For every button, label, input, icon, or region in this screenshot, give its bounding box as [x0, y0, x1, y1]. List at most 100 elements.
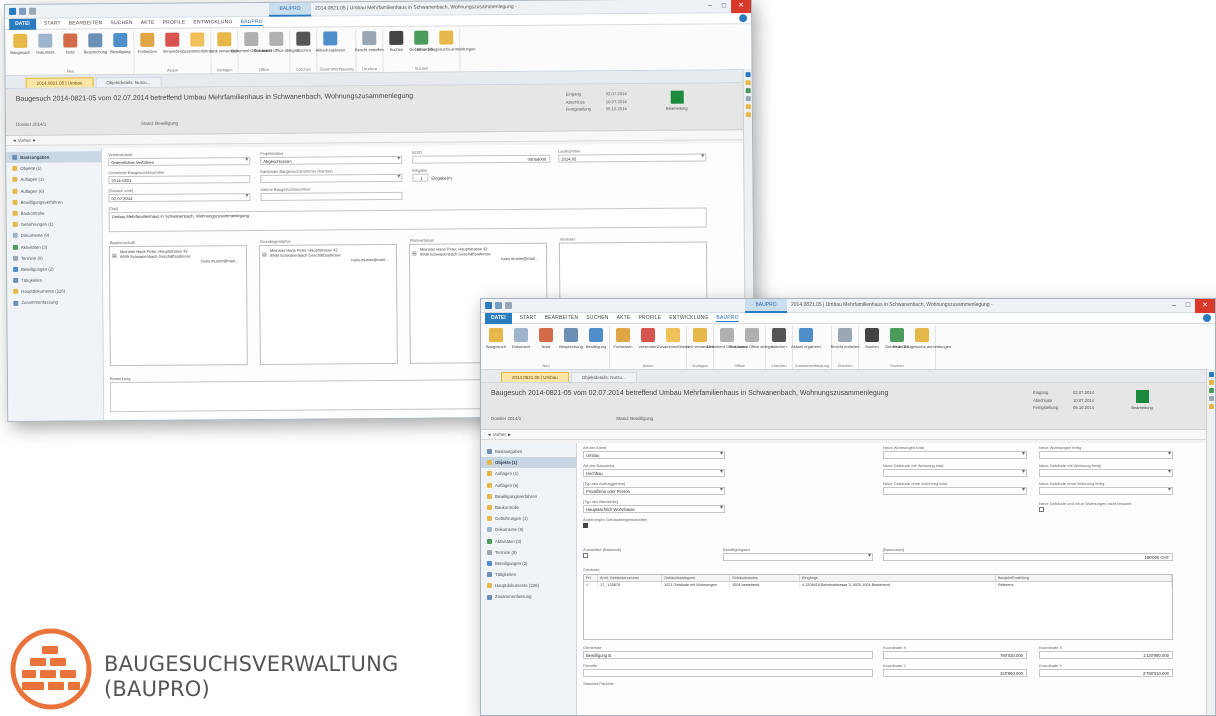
close-button[interactable]: ✕: [730, 0, 752, 14]
tool-icon[interactable]: [745, 72, 751, 78]
aenderungen-checkbox[interactable]: [583, 523, 588, 528]
sidebar-item[interactable]: Bewilligungsverfahren: [7, 196, 102, 208]
ribbon-button[interactable]: Suchen: [385, 29, 407, 65]
ribbon-button[interactable]: Bewilligung: [109, 31, 131, 67]
eingabe-input[interactable]: 1: [412, 173, 429, 182]
bauwerkart-select[interactable]: Hauptsächlich Wohnbaute: [583, 505, 725, 513]
ribbon-button[interactable]: Aktuell ergänzen: [791, 326, 821, 362]
tab-entwicklung[interactable]: ENTWICKLUNG: [193, 19, 232, 25]
tool-icon[interactable]: [745, 104, 751, 110]
doc-tab-objektdetails[interactable]: Objektdetails: Nutzu...: [95, 76, 162, 88]
sidebar-item[interactable]: Basisangaben: [6, 151, 102, 164]
sidebar-item[interactable]: Auflagen (1): [6, 174, 101, 186]
tab-akte[interactable]: AKTE: [617, 315, 631, 321]
neu-unbekannt-checkbox[interactable]: [1039, 507, 1044, 512]
grid-col-kategorie[interactable]: Gebäudekategorie: [662, 575, 730, 581]
ohne-fertig-input[interactable]: [1039, 487, 1173, 495]
gesuchsnr-input[interactable]: 2014-0821: [108, 175, 251, 185]
sidebar-item[interactable]: Baukontrolle: [7, 207, 102, 219]
tab-baupro[interactable]: BAUPRO: [716, 315, 739, 322]
sidebar-item[interactable]: Aktivitäten (3): [481, 536, 576, 547]
sidebar-item[interactable]: Basisangaben: [481, 446, 576, 457]
ribbon-button[interactable]: Notiz: [59, 31, 81, 67]
ribbon-button[interactable]: Löschen: [768, 326, 790, 362]
sidebar-item[interactable]: Gebührungen (1): [481, 513, 576, 524]
grid-col-eingaenge[interactable]: Eingänge: [800, 575, 996, 581]
sidebar-item[interactable]: Objekte (1): [481, 457, 576, 469]
bauherr-box[interactable]: Bauherrschaft ▤ Meinster Hans Peter, Hau…: [108, 240, 248, 367]
eingang-date[interactable]: 02.07.2014: [108, 193, 251, 203]
status-badge[interactable]: Bearbeitung: [1119, 390, 1165, 410]
tab-file[interactable]: DATEI: [9, 18, 36, 30]
tab-profile[interactable]: PROFILE: [163, 20, 186, 26]
ribbon-button[interactable]: Löschen: [292, 30, 314, 66]
koord-y1-input[interactable]: 220'960.000: [883, 669, 1027, 677]
ribbon-button[interactable]: Besprechung: [84, 31, 107, 67]
grundeigentuemer-box[interactable]: Grundeigentümer ▤ Meinster Hans Peter, H…: [258, 239, 398, 366]
ribbon-button[interactable]: Dokument Office ablegen: [254, 30, 299, 66]
tool-icon[interactable]: [745, 112, 751, 118]
tool-icon[interactable]: [1208, 380, 1214, 385]
tool-icon[interactable]: [1208, 404, 1214, 409]
tool-icon[interactable]: [745, 88, 751, 94]
ribbon-button[interactable]: Suchen: [861, 326, 883, 362]
sidebar-item[interactable]: Beteiligungen (2): [481, 558, 576, 569]
neue-geb-input[interactable]: [883, 469, 1027, 477]
verfahren-select[interactable]: Ordentliches Verfahren: [108, 157, 251, 167]
ribbon-button[interactable]: Bewilligung: [585, 326, 607, 362]
doc-tab-baugesuch[interactable]: 2014.0821.05 | Umbau: [25, 77, 94, 88]
tab-suchen[interactable]: SUCHEN: [586, 315, 608, 321]
sidebar-item[interactable]: Tätigkeiten: [7, 274, 102, 286]
ribbon-button[interactable]: Baugesuch: [9, 32, 31, 68]
bauherr-mail[interactable]: hans.muster@mail...: [120, 259, 242, 265]
save-icon[interactable]: [495, 302, 502, 309]
tab-suchen[interactable]: SUCHEN: [110, 20, 132, 26]
baukosten-input[interactable]: 180'000 CHF: [883, 553, 1173, 561]
save-icon[interactable]: [19, 7, 27, 15]
gemeinde-input[interactable]: Bewilligung B: [583, 651, 873, 659]
geb-fertig-input[interactable]: [1039, 469, 1173, 477]
maximize-button[interactable]: □: [1181, 299, 1195, 313]
tab-start[interactable]: START: [44, 21, 61, 27]
koord-x1-input[interactable]: 790'030.000: [883, 651, 1027, 659]
sidebar-item[interactable]: Bewilligungsverfahren: [481, 491, 576, 502]
bewilligung-select[interactable]: [723, 553, 873, 561]
ribbon-button[interactable]: Fortsetzen: [612, 326, 634, 362]
sidebar-item[interactable]: Termine (0): [481, 547, 576, 558]
undo-icon[interactable]: [505, 302, 512, 309]
tab-bearbeiten[interactable]: BEARBEITEN: [545, 315, 579, 321]
planverf-mail[interactable]: hans.muster@mail...: [420, 256, 542, 262]
minimize-button[interactable]: –: [1167, 299, 1181, 313]
tool-icon[interactable]: [745, 80, 751, 86]
ribbon-button[interactable]: Zusammenführen: [182, 30, 213, 66]
tab-profile[interactable]: PROFILE: [638, 315, 661, 321]
neue-whg-input[interactable]: [883, 451, 1027, 459]
grid-col-pri[interactable]: Pri.: [584, 575, 598, 581]
tool-icon[interactable]: [1208, 396, 1214, 401]
sidebar-item[interactable]: Auflagen (6): [481, 480, 576, 491]
tool-icon[interactable]: [745, 96, 751, 102]
neue-ohne-input[interactable]: [883, 487, 1027, 495]
ribbon-button[interactable]: Fortsetzen: [136, 31, 158, 67]
tab-baupro[interactable]: BAUPRO: [240, 18, 263, 26]
auftraggeber-select[interactable]: Privatfirma oder Person: [583, 487, 725, 495]
table-row[interactable]: ✓ 17_ 125876 1021 Gebäude mit Wohnungen …: [584, 582, 1172, 589]
grund-mail[interactable]: hans.muster@mail...: [270, 257, 392, 263]
status-badge[interactable]: Bearbeitung: [654, 90, 700, 111]
baumassnr-input[interactable]: [260, 173, 403, 183]
sidebar-item[interactable]: Dokumente (9): [481, 524, 576, 535]
sidebar-item[interactable]: Aktivitäten (3): [7, 241, 102, 253]
art-arbeit-select[interactable]: Umbau: [583, 451, 725, 459]
ribbon-button[interactable]: Dokument: [510, 326, 532, 362]
sidebar-item[interactable]: Hauptdokumente (226): [7, 285, 102, 297]
tab-start[interactable]: START: [520, 315, 537, 321]
sidebar-item[interactable]: Zusammenfassung: [481, 591, 576, 602]
sidebar-item[interactable]: Beteiligungen (2): [7, 263, 102, 275]
laufnummer-select[interactable]: 2014.05: [558, 153, 707, 163]
grid-col-baujahr[interactable]: Baujahr/Erstellung: [996, 575, 1172, 581]
tab-bearbeiten[interactable]: BEARBEITEN: [69, 20, 103, 26]
egid-input[interactable]: 04054000: [412, 154, 551, 164]
minimize-button[interactable]: –: [703, 0, 717, 14]
koord-x2-input[interactable]: 1'120'980.000: [1039, 651, 1173, 659]
ribbon-button[interactable]: Neue Baugesuchs-anmeldungen: [893, 326, 951, 362]
